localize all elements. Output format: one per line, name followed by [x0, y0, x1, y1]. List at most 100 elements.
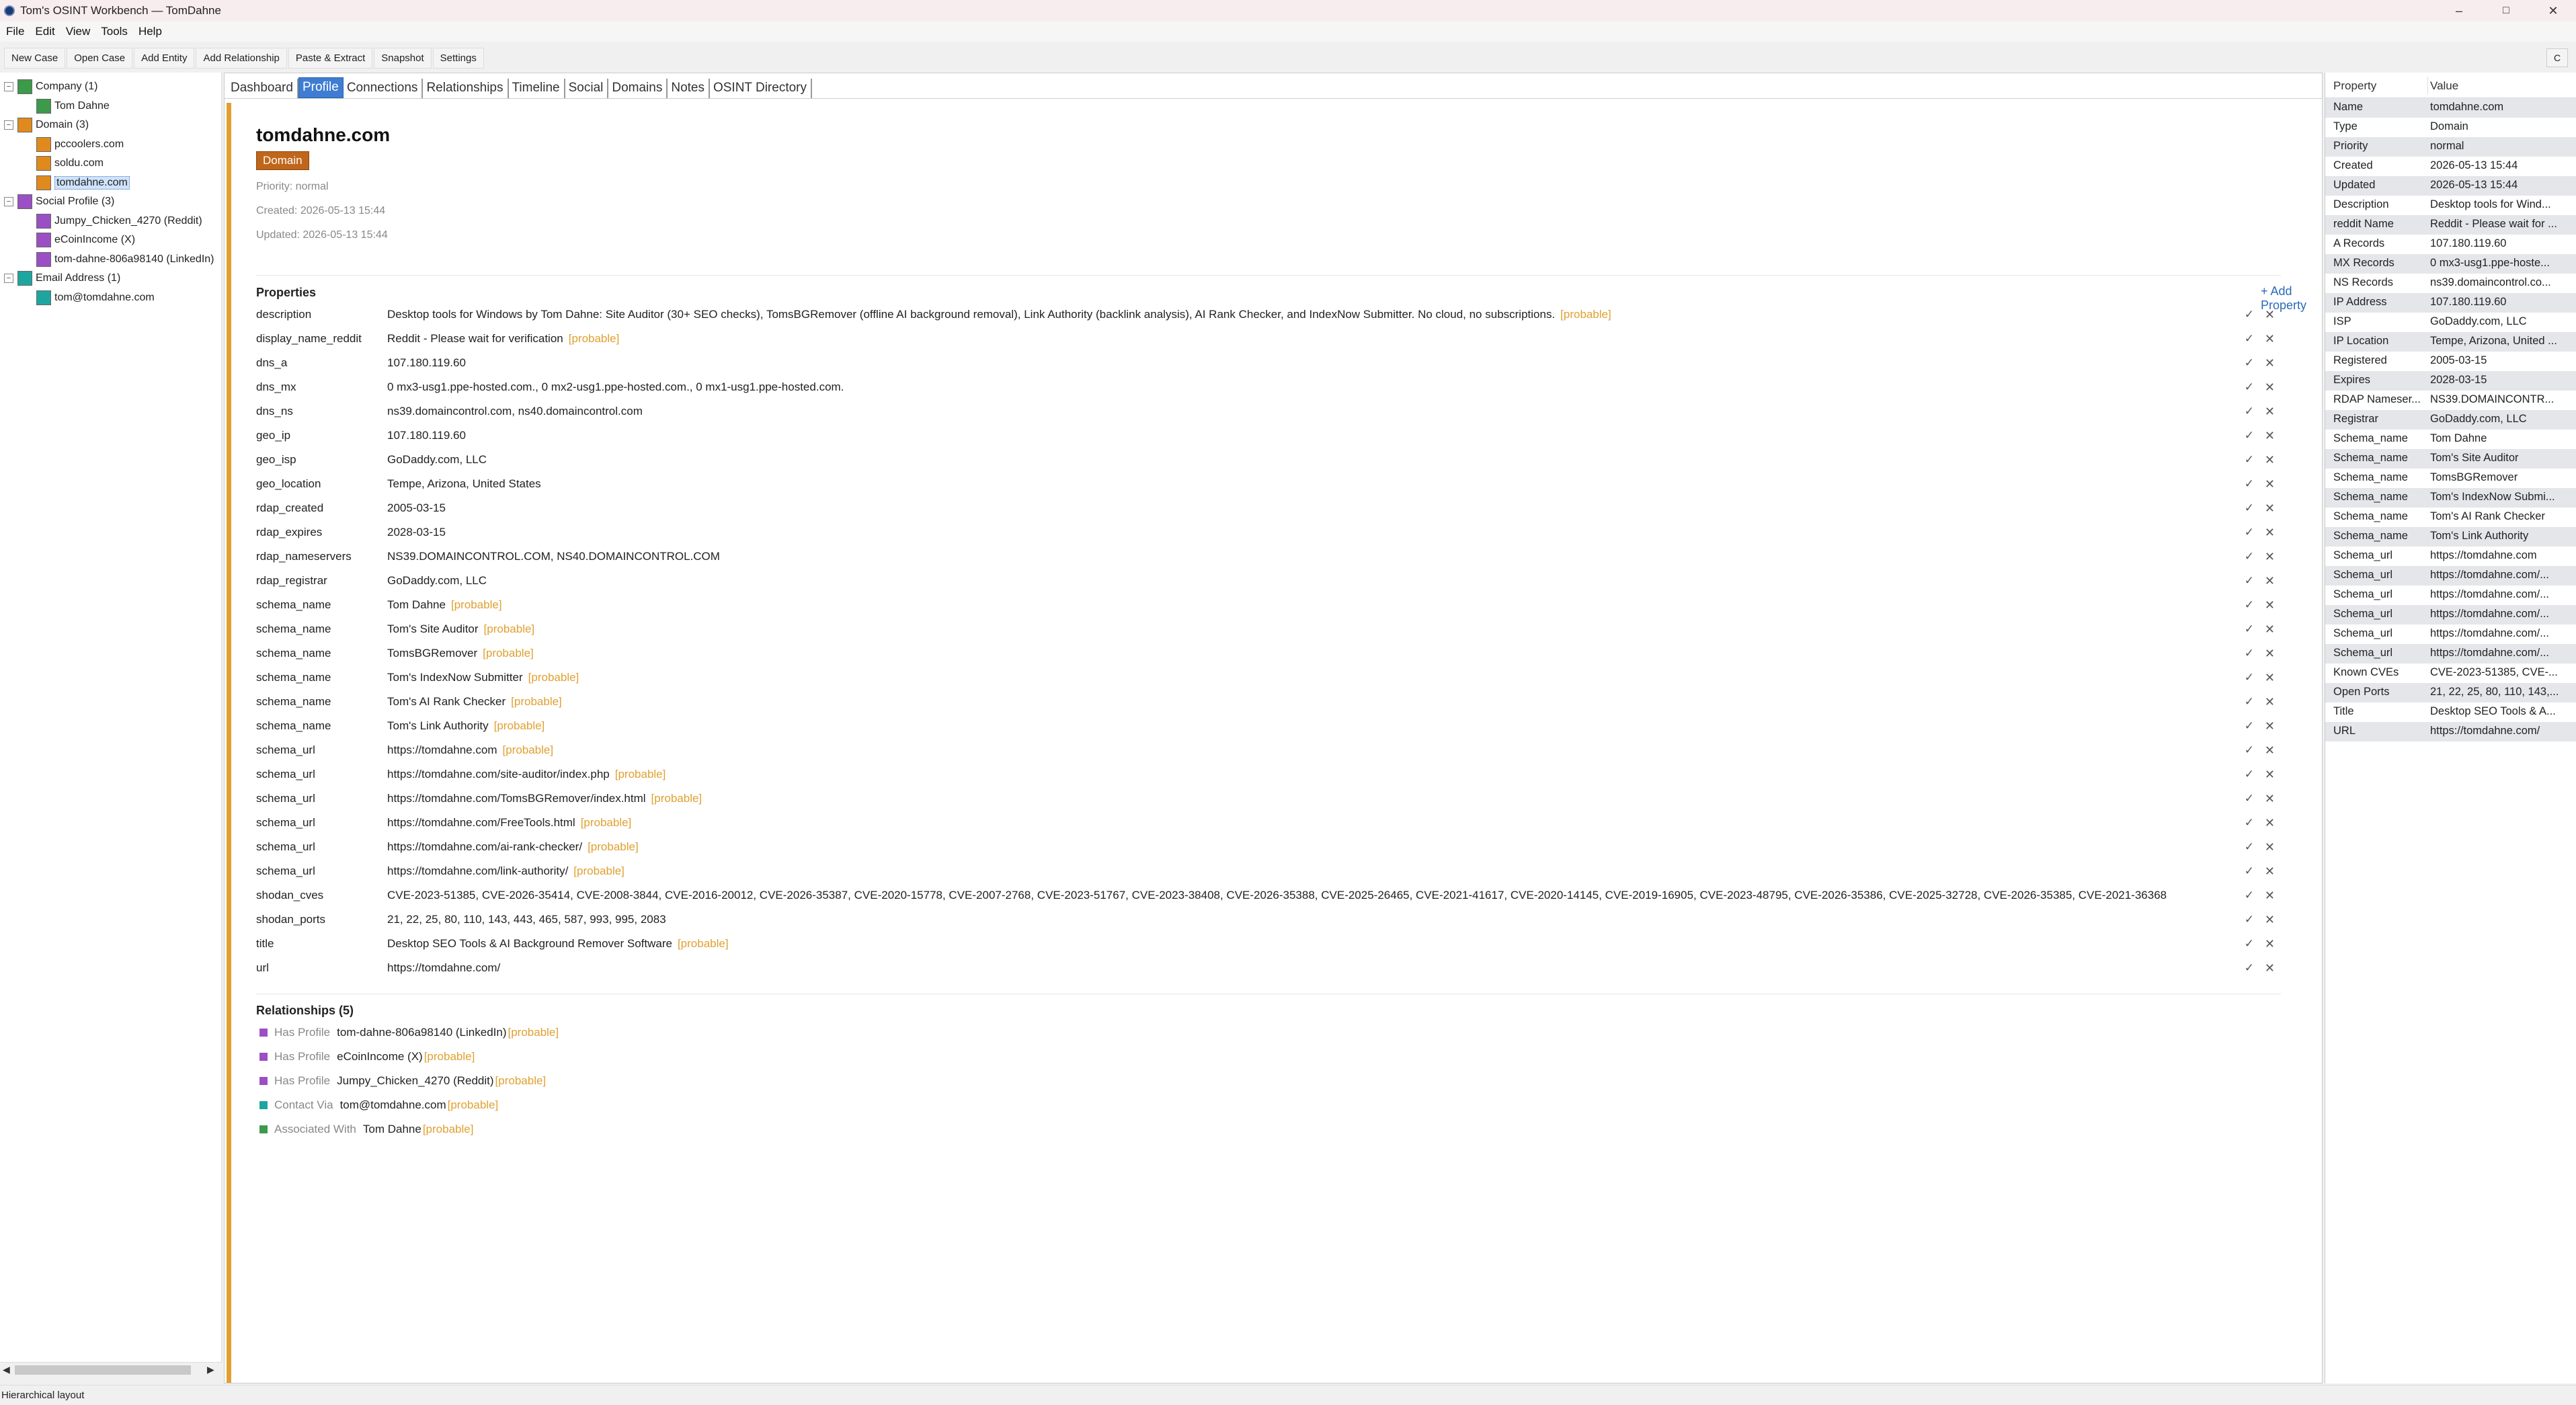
delete-icon[interactable]: ✕: [2265, 816, 2275, 830]
edit-icon[interactable]: ✓: [2245, 477, 2254, 491]
property-grid-row[interactable]: Priority normal: [2325, 137, 2576, 157]
tree-group[interactable]: Company (1): [17, 78, 97, 95]
relationship-target[interactable]: tom@tomdahne.com: [340, 1098, 446, 1112]
property-grid-row[interactable]: ISP GoDaddy.com, LLC: [2325, 313, 2576, 332]
edit-icon[interactable]: ✓: [2245, 695, 2254, 709]
delete-icon[interactable]: ✕: [2265, 768, 2275, 782]
property-grid-row[interactable]: RDAP Nameser... NS39.DOMAINCONTR...: [2325, 391, 2576, 410]
menu-view[interactable]: View: [60, 25, 95, 38]
edit-icon[interactable]: ✓: [2245, 840, 2254, 854]
relationship-target[interactable]: Tom Dahne: [363, 1123, 421, 1136]
delete-icon[interactable]: ✕: [2265, 501, 2275, 516]
add-entity-button[interactable]: Add Entity: [134, 47, 195, 69]
property-grid-row[interactable]: Name tomdahne.com: [2325, 98, 2576, 118]
relationship-row[interactable]: Has Profile Jumpy_Chicken_4270 (Reddit) [p…: [259, 1069, 546, 1093]
collapse-icon[interactable]: −: [4, 120, 13, 130]
tab-relationships[interactable]: Relationships: [423, 79, 509, 98]
tab-profile[interactable]: Profile: [298, 77, 344, 98]
settings-button[interactable]: Settings: [432, 47, 484, 69]
edit-icon[interactable]: ✓: [2245, 937, 2254, 951]
tree-item[interactable]: Tom Dahne: [36, 97, 110, 115]
delete-icon[interactable]: ✕: [2265, 913, 2275, 927]
delete-icon[interactable]: ✕: [2265, 526, 2275, 540]
edit-icon[interactable]: ✓: [2245, 526, 2254, 539]
delete-icon[interactable]: ✕: [2265, 477, 2275, 491]
relationship-row[interactable]: Contact Via tom@tomdahne.com [probable]: [259, 1093, 498, 1117]
property-grid-row[interactable]: Schema_url https://tomdahne.com/...: [2325, 605, 2576, 625]
tab-connections[interactable]: Connections: [344, 79, 424, 98]
property-grid-row[interactable]: MX Records 0 mx3-usg1.ppe-hoste...: [2325, 254, 2576, 274]
tree-horizontal-scrollbar[interactable]: ◀ ▶: [0, 1362, 222, 1377]
edit-icon[interactable]: ✓: [2245, 550, 2254, 563]
menu-edit[interactable]: Edit: [29, 25, 59, 38]
collapse-panel-button[interactable]: C: [2546, 48, 2568, 67]
column-header-value[interactable]: Value: [2430, 79, 2458, 93]
relationship-target[interactable]: tom-dahne-806a98140 (LinkedIn): [337, 1026, 506, 1039]
delete-icon[interactable]: ✕: [2265, 550, 2275, 564]
tab-osint-directory[interactable]: OSINT Directory: [710, 79, 812, 98]
tab-timeline[interactable]: Timeline: [509, 79, 565, 98]
delete-icon[interactable]: ✕: [2265, 429, 2275, 443]
column-header-property[interactable]: Property: [2333, 79, 2376, 93]
edit-icon[interactable]: ✓: [2245, 719, 2254, 733]
delete-icon[interactable]: ✕: [2265, 623, 2275, 637]
tab-social[interactable]: Social: [565, 79, 609, 98]
property-grid-row[interactable]: Schema_name TomsBGRemover: [2325, 469, 2576, 488]
tab-notes[interactable]: Notes: [668, 79, 710, 98]
tree-item[interactable]: tom@tomdahne.com: [36, 289, 155, 307]
scroll-thumb[interactable]: [15, 1365, 191, 1375]
property-grid-row[interactable]: Known CVEs CVE-2023-51385, CVE-...: [2325, 664, 2576, 683]
property-grid-row[interactable]: Schema_name Tom's Link Authority: [2325, 527, 2576, 547]
edit-icon[interactable]: ✓: [2245, 429, 2254, 442]
property-grid-row[interactable]: Registrar GoDaddy.com, LLC: [2325, 410, 2576, 430]
tree-group[interactable]: Email Address (1): [17, 270, 120, 287]
delete-icon[interactable]: ✕: [2265, 380, 2275, 395]
relationship-target[interactable]: eCoinIncome (X): [337, 1050, 423, 1063]
delete-icon[interactable]: ✕: [2265, 332, 2275, 346]
delete-icon[interactable]: ✕: [2265, 308, 2275, 322]
edit-icon[interactable]: ✓: [2245, 671, 2254, 684]
minimize-button[interactable]: –: [2438, 0, 2481, 22]
add-relationship-button[interactable]: Add Relationship: [196, 47, 287, 69]
property-grid-row[interactable]: Schema_name Tom's IndexNow Submi...: [2325, 488, 2576, 508]
property-grid-row[interactable]: Schema_name Tom's Site Auditor: [2325, 449, 2576, 469]
edit-icon[interactable]: ✓: [2245, 865, 2254, 878]
new-case-button[interactable]: New Case: [4, 47, 66, 69]
property-grid-row[interactable]: Description Desktop tools for Wind...: [2325, 196, 2576, 215]
relationship-row[interactable]: Has Profile tom-dahne-806a98140 (LinkedIn…: [259, 1020, 559, 1045]
edit-icon[interactable]: ✓: [2245, 405, 2254, 418]
property-grid-row[interactable]: Expires 2028-03-15: [2325, 371, 2576, 391]
maximize-button[interactable]: □: [2485, 0, 2528, 22]
menu-tools[interactable]: Tools: [95, 25, 132, 38]
tree-group[interactable]: Domain (3): [17, 116, 89, 134]
delete-icon[interactable]: ✕: [2265, 744, 2275, 758]
tree-item[interactable]: Jumpy_Chicken_4270 (Reddit): [36, 212, 202, 230]
edit-icon[interactable]: ✓: [2245, 598, 2254, 612]
scroll-right-icon[interactable]: ▶: [207, 1364, 214, 1375]
paste-extract-button[interactable]: Paste & Extract: [288, 47, 373, 69]
edit-icon[interactable]: ✓: [2245, 308, 2254, 321]
delete-icon[interactable]: ✕: [2265, 889, 2275, 903]
edit-icon[interactable]: ✓: [2245, 913, 2254, 926]
edit-icon[interactable]: ✓: [2245, 889, 2254, 902]
delete-icon[interactable]: ✕: [2265, 453, 2275, 467]
relationship-target[interactable]: Jumpy_Chicken_4270 (Reddit): [337, 1074, 493, 1088]
property-grid-row[interactable]: Schema_name Tom's AI Rank Checker: [2325, 508, 2576, 527]
edit-icon[interactable]: ✓: [2245, 744, 2254, 757]
edit-icon[interactable]: ✓: [2245, 574, 2254, 588]
delete-icon[interactable]: ✕: [2265, 937, 2275, 951]
edit-icon[interactable]: ✓: [2245, 647, 2254, 660]
delete-icon[interactable]: ✕: [2265, 840, 2275, 854]
tree-group[interactable]: Social Profile (3): [17, 193, 114, 210]
collapse-icon[interactable]: −: [4, 197, 13, 206]
delete-icon[interactable]: ✕: [2265, 719, 2275, 733]
delete-icon[interactable]: ✕: [2265, 865, 2275, 879]
delete-icon[interactable]: ✕: [2265, 695, 2275, 709]
tab-domains[interactable]: Domains: [608, 79, 668, 98]
delete-icon[interactable]: ✕: [2265, 792, 2275, 806]
property-grid-row[interactable]: IP Address 107.180.119.60: [2325, 293, 2576, 313]
edit-icon[interactable]: ✓: [2245, 332, 2254, 346]
tab-dashboard[interactable]: Dashboard: [227, 79, 298, 98]
relationship-row[interactable]: Has Profile eCoinIncome (X) [probable]: [259, 1045, 475, 1069]
edit-icon[interactable]: ✓: [2245, 356, 2254, 370]
